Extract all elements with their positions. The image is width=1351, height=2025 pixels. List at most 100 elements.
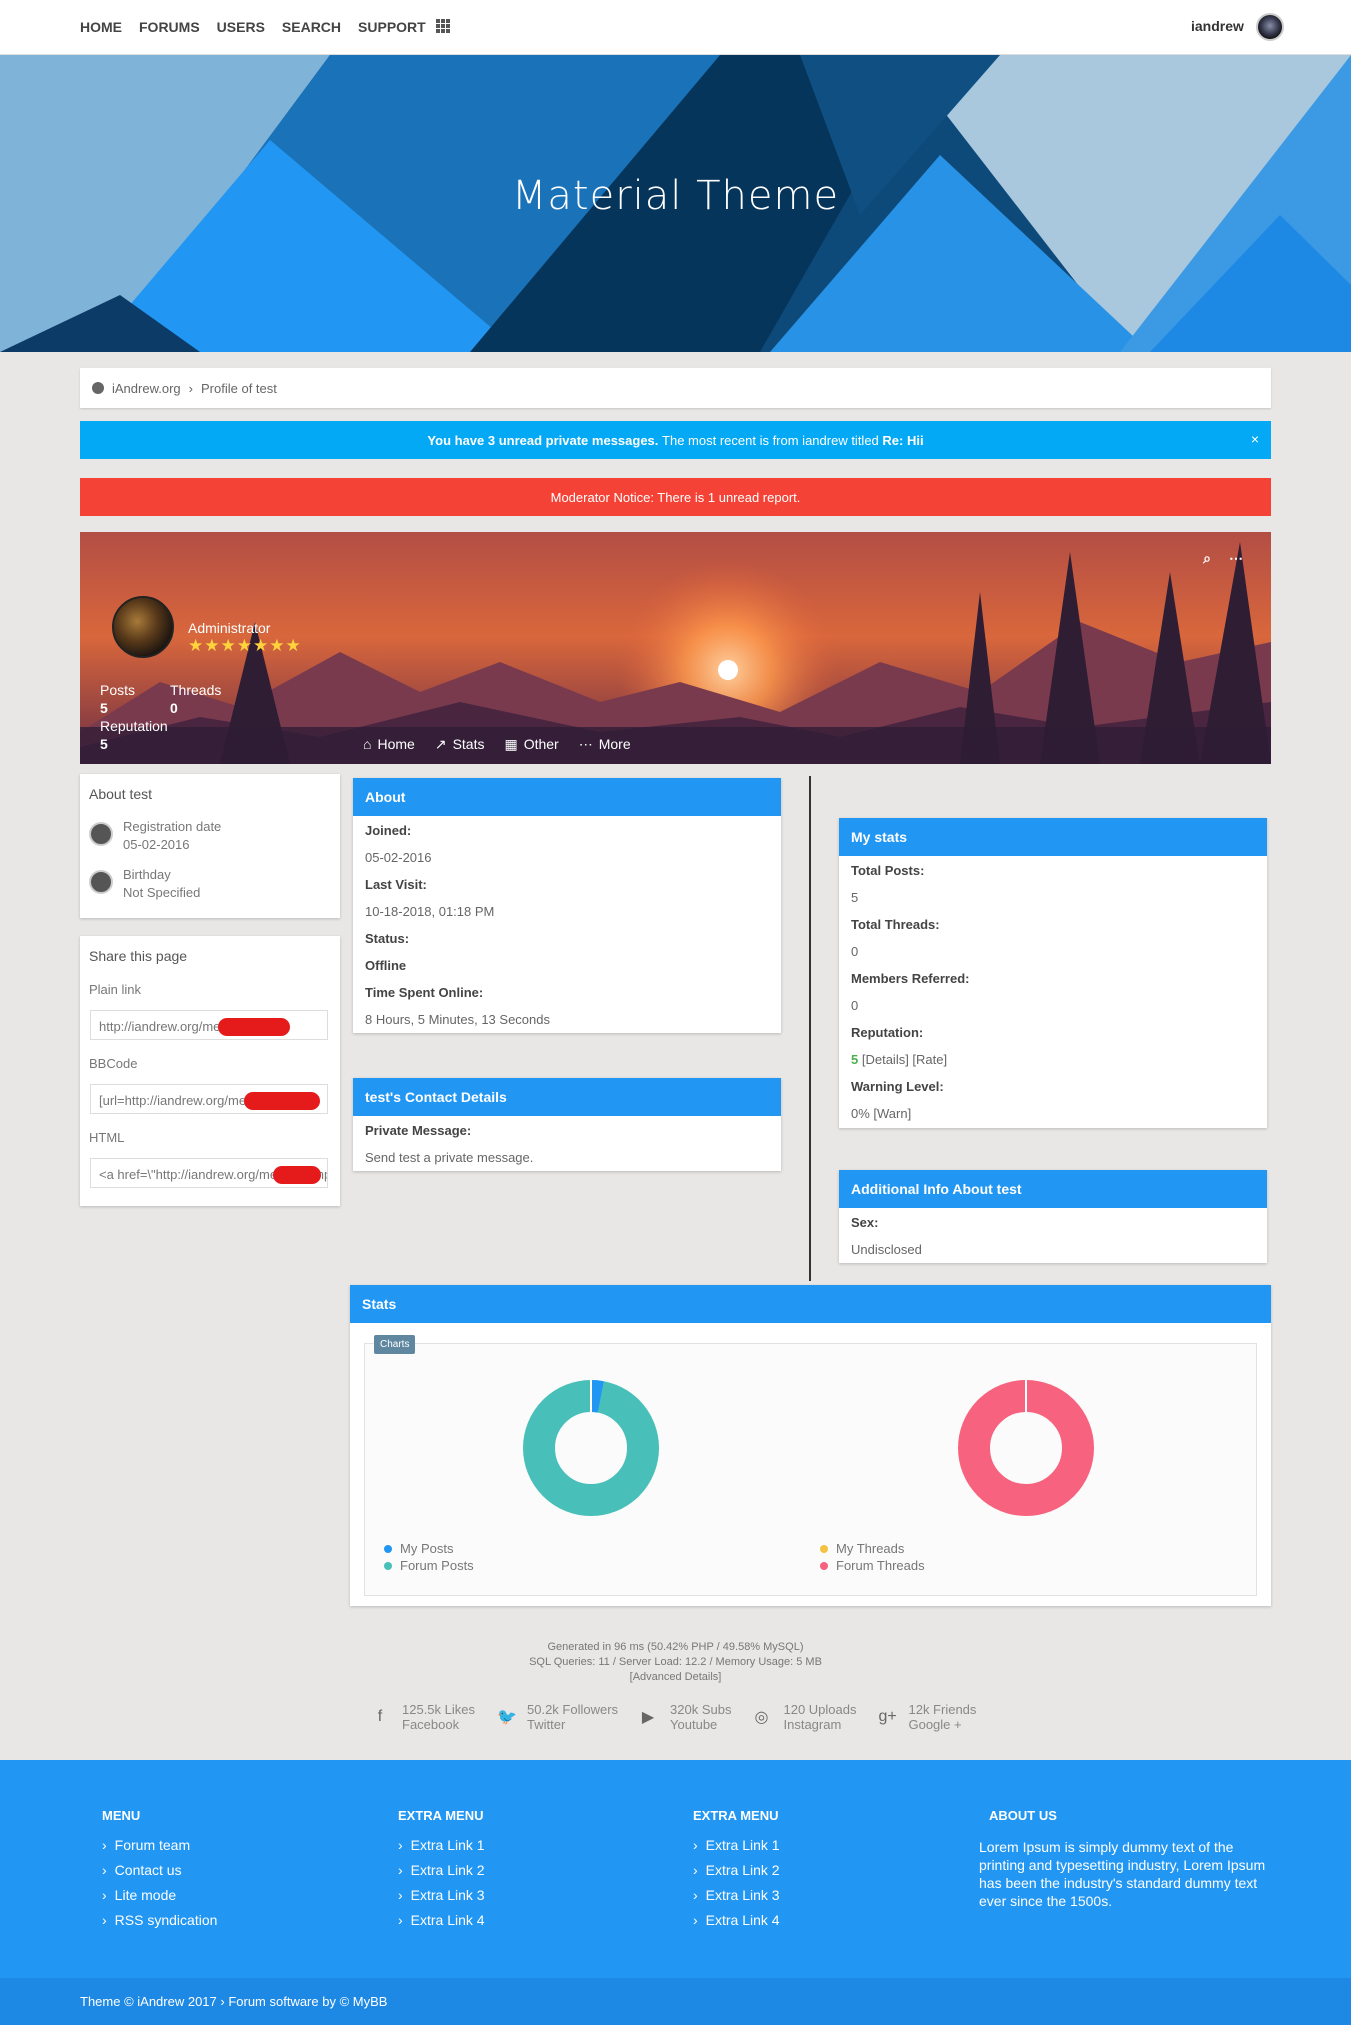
footer-link[interactable]: Extra Link 3 — [398, 1887, 485, 1903]
user-group: Administrator — [188, 620, 271, 636]
footer-link[interactable]: Extra Link 4 — [693, 1912, 780, 1928]
hero-title: Material Theme — [511, 173, 840, 219]
footer-link[interactable]: RSS syndication — [102, 1912, 218, 1928]
posts-value: 5 — [100, 700, 108, 716]
generated-info: Generated in 96 ms (50.42% PHP / 49.58% … — [547, 1641, 804, 1653]
registration-label: Registration date — [123, 819, 222, 834]
legend-my-threads-label: My Threads — [836, 1541, 905, 1556]
my-stats-panel: My stats Total Posts: 5 Total Threads: 0… — [839, 818, 1267, 1128]
more-options-icon[interactable]: ⋯ — [1229, 550, 1243, 567]
online-time-label: Time Spent Online: — [365, 985, 484, 1000]
grid-icon: ▦ — [504, 736, 518, 752]
tab-more[interactable]: ⋯ More — [579, 736, 631, 753]
youtube-name: Youtube — [670, 1717, 718, 1732]
facebook-icon: f — [377, 1708, 383, 1725]
twitter-name: Twitter — [527, 1717, 566, 1732]
stats-panel: Stats Charts My Posts Forum Posts My Thr… — [350, 1285, 1271, 1606]
pm-alert-count[interactable]: You have 3 unread private messages. — [427, 433, 658, 448]
status-value: Offline — [365, 958, 407, 973]
legend-dot — [384, 1561, 392, 1570]
stats-panel-title: Stats — [350, 1285, 1271, 1323]
legend-my-threads: My Threads — [820, 1541, 904, 1556]
instagram-count: 120 Uploads — [783, 1702, 857, 1717]
legend-forum-posts-label: Forum Posts — [400, 1558, 474, 1573]
copyright-bar[interactable]: Theme © iAndrew 2017 › Forum software by… — [0, 1978, 1351, 2025]
breadcrumb-home[interactable]: iAndrew.org — [112, 381, 181, 396]
footer-link[interactable]: Extra Link 2 — [693, 1862, 780, 1878]
social-facebook[interactable]: f 125.5k Likes Facebook — [372, 1702, 475, 1732]
stats-icon: ↗ — [434, 736, 447, 752]
tab-home-label: Home — [377, 736, 415, 752]
youtube-icon: ▶ — [641, 1709, 655, 1726]
pm-alert: You have 3 unread private messages. The … — [80, 421, 1271, 459]
profile-tabs: ⌂ Home ↗ Stats ▦ Other ⋯ More — [363, 736, 631, 753]
legend-dot — [820, 1544, 828, 1553]
registration-value: 05-02-2016 — [123, 837, 190, 852]
footer-link[interactable]: Extra Link 1 — [398, 1837, 485, 1853]
footer-extra-col-2: EXTRA MENU Extra Link 1 Extra Link 2 Ext… — [693, 1808, 780, 1937]
footer-link[interactable]: Extra Link 3 — [693, 1887, 780, 1903]
tab-stats[interactable]: ↗ Stats — [435, 736, 485, 753]
additional-info-panel: Additional Info About test Sex: Undisclo… — [839, 1170, 1267, 1263]
nav-support[interactable]: SUPPORT — [358, 19, 426, 35]
redaction-mark — [273, 1166, 321, 1184]
nav-home[interactable]: HOME — [80, 19, 122, 35]
charts-container — [364, 1343, 1257, 1596]
redaction-mark — [218, 1018, 290, 1036]
footer-link[interactable]: Contact us — [102, 1862, 217, 1878]
send-pm-link[interactable]: Send test a private message. — [365, 1150, 533, 1165]
social-youtube[interactable]: ▶ 320k Subs Youtube — [640, 1702, 732, 1732]
apps-grid-icon[interactable] — [436, 19, 450, 33]
moderator-notice[interactable]: Moderator Notice: There is 1 unread repo… — [80, 478, 1271, 516]
twitter-count: 50.2k Followers — [527, 1702, 619, 1717]
reputation-value: 5 — [100, 736, 108, 752]
tab-home[interactable]: ⌂ Home — [363, 736, 415, 753]
reputation-links[interactable]: [Details] [Rate] — [862, 1052, 947, 1067]
about-panel-title: About — [353, 778, 781, 816]
search-icon[interactable]: ⌕ — [1203, 550, 1211, 567]
close-icon[interactable]: × — [1251, 431, 1259, 447]
legend-dot — [384, 1544, 392, 1553]
pm-label: Private Message: — [365, 1123, 472, 1138]
nav-forums[interactable]: FORUMS — [139, 19, 200, 35]
nav-users[interactable]: USERS — [217, 19, 265, 35]
sex-label: Sex: — [851, 1215, 879, 1230]
tab-other[interactable]: ▦ Other — [504, 736, 558, 753]
charts-tag[interactable]: Charts — [374, 1335, 416, 1354]
warning-level-value[interactable]: 0% [Warn] — [851, 1106, 911, 1121]
footer-link[interactable]: Lite mode — [102, 1887, 217, 1903]
legend-my-posts-label: My Posts — [400, 1541, 454, 1556]
facebook-count: 125.5k Likes — [402, 1702, 475, 1717]
footer-menu-col: MENU Forum team Contact us Lite mode RSS… — [102, 1808, 217, 1937]
profile-avatar — [112, 596, 174, 658]
footer-link[interactable]: Extra Link 4 — [398, 1912, 485, 1928]
tab-more-label: More — [598, 736, 631, 752]
reputation-label: Reputation — [100, 718, 168, 734]
social-twitter[interactable]: 🐦 50.2k Followers Twitter — [497, 1702, 618, 1732]
nav-search[interactable]: SEARCH — [282, 19, 341, 35]
birthday-icon — [89, 870, 113, 894]
footer-about-title: ABOUT US — [989, 1808, 1057, 1823]
facebook-name: Facebook — [402, 1717, 460, 1732]
threads-donut-chart — [958, 1380, 1094, 1516]
user-avatar[interactable] — [1256, 13, 1284, 41]
home-icon: ⌂ — [363, 736, 372, 752]
footer-link[interactable]: Extra Link 1 — [693, 1837, 780, 1853]
social-instagram[interactable]: ◎ 120 Uploads Instagram — [753, 1702, 857, 1732]
googleplus-count: 12k Friends — [908, 1702, 977, 1717]
legend-forum-threads-label: Forum Threads — [836, 1558, 925, 1573]
about-sidebar-title: About test — [89, 786, 153, 802]
pm-alert-subject[interactable]: Re: Hii — [882, 433, 923, 448]
legend-dot — [820, 1561, 828, 1570]
tab-other-label: Other — [523, 736, 559, 752]
footer-link[interactable]: Forum team — [102, 1837, 217, 1853]
footer-link[interactable]: Extra Link 2 — [398, 1862, 485, 1878]
footer-col-title: MENU — [102, 1808, 141, 1823]
username-link[interactable]: iandrew — [1191, 18, 1244, 34]
contact-panel: test's Contact Details Private Message: … — [353, 1078, 781, 1171]
banner-actions: ⌕ ⋯ — [1203, 550, 1243, 567]
advanced-details-link[interactable]: [Advanced Details] — [0, 1671, 1351, 1683]
plain-link-field[interactable]: http://iandrew.org/member.php — [90, 1010, 328, 1040]
total-threads-label: Total Threads: — [851, 917, 940, 932]
social-googleplus[interactable]: g+ 12k Friends Google + — [878, 1702, 976, 1732]
